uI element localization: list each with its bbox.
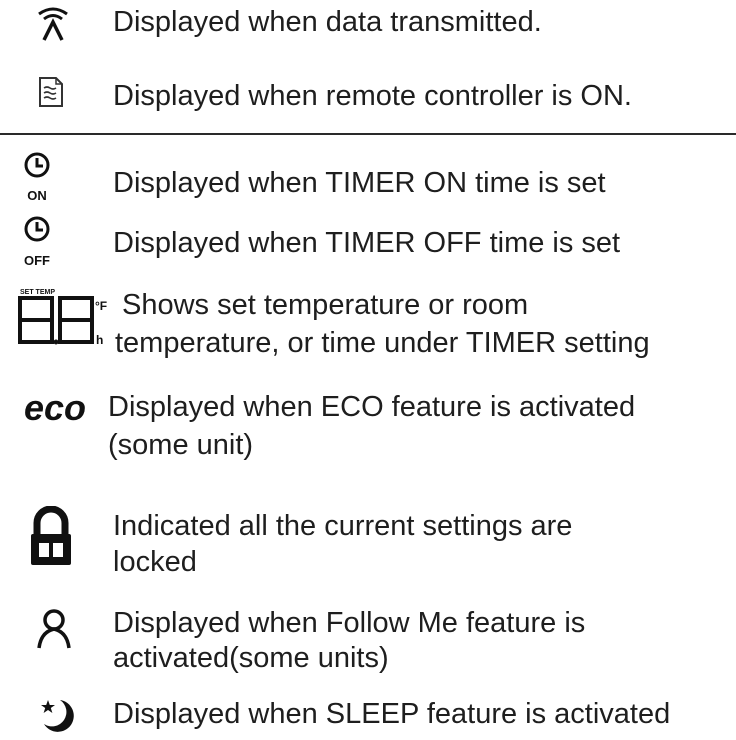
legend-text-remote: Displayed when remote controller is ON. xyxy=(113,80,632,112)
legend-text-timer-on: Displayed when TIMER ON time is set xyxy=(113,167,606,199)
svg-text:ON: ON xyxy=(27,188,47,203)
legend-text-follow-me-line1: Displayed when Follow Me feature is xyxy=(113,607,586,639)
legend-text-eco-line1: Displayed when ECO feature is activated xyxy=(108,391,636,423)
legend-row-timer-on: ON Displayed when TIMER ON time is set xyxy=(0,150,736,206)
sleep-moon-icon xyxy=(41,700,74,732)
timer-off-icon: OFF xyxy=(24,216,50,268)
legend-text-timer-off: Displayed when TIMER OFF time is set xyxy=(113,227,621,259)
legend-text-transmit: Displayed when data transmitted. xyxy=(113,6,542,38)
legend-text-temperature-line1: Shows set temperature or room xyxy=(122,289,529,321)
svg-text:SET TEMP: SET TEMP xyxy=(20,289,55,296)
legend-row-eco: eco Displayed when ECO feature is activa… xyxy=(0,388,736,468)
legend-row-sleep: Displayed when SLEEP feature is activate… xyxy=(0,694,736,740)
section-divider xyxy=(0,133,736,135)
lock-icon xyxy=(31,506,71,565)
legend-row-timer-off: OFF Displayed when TIMER OFF time is set xyxy=(0,213,736,271)
legend-row-follow-me: Displayed when Follow Me feature is acti… xyxy=(0,602,736,682)
legend-text-temperature-line2: temperature, or time under TIMER setting xyxy=(115,327,650,359)
legend-row-temperature: SET TEMP °F h Shows set temperature or r… xyxy=(0,284,736,364)
legend-text-sleep: Displayed when SLEEP feature is activate… xyxy=(113,698,671,730)
timer-on-icon: ON xyxy=(24,152,50,203)
legend-text-follow-me-line2: activated(some units) xyxy=(113,642,389,674)
legend-row-remote: Displayed when remote controller is ON. xyxy=(0,68,736,118)
svg-text:OFF: OFF xyxy=(24,253,50,268)
legend-text-lock-line2: locked xyxy=(113,546,197,578)
eco-icon: eco xyxy=(24,388,86,428)
legend-row-transmit: Displayed when data transmitted. xyxy=(0,0,736,50)
svg-text:h: h xyxy=(96,333,103,347)
legend-row-lock: Indicated all the current settings are l… xyxy=(0,504,736,584)
legend-text-lock-line1: Indicated all the current settings are xyxy=(113,510,573,542)
follow-me-person-icon xyxy=(37,609,71,649)
temperature-digits-icon: SET TEMP °F h xyxy=(18,289,107,347)
svg-text:°F: °F xyxy=(95,299,107,313)
svg-text:eco: eco xyxy=(24,388,86,428)
legend-text-eco-line2: (some unit) xyxy=(108,429,254,461)
signal-transmit-icon xyxy=(38,7,68,41)
remote-controller-icon xyxy=(39,77,63,107)
